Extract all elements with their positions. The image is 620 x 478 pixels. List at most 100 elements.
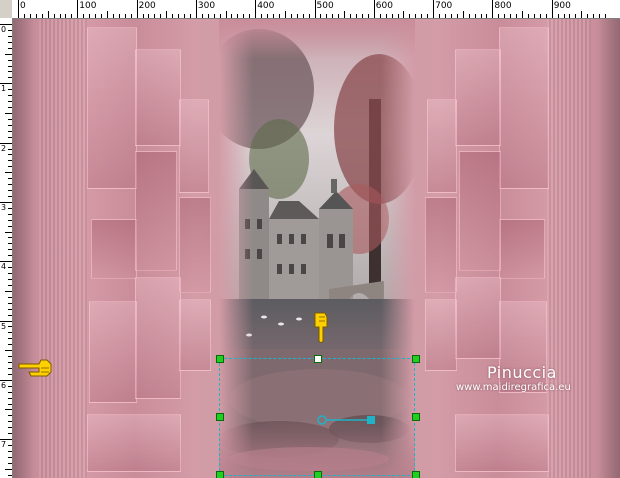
- ruler-minor-tick: [8, 397, 12, 399]
- ruler-major-tick: [77, 0, 79, 18]
- ruler-minor-tick: [391, 14, 393, 18]
- ruler-minor-tick: [462, 11, 464, 18]
- ruler-minor-tick: [403, 11, 405, 18]
- ruler-major-tick: [136, 0, 138, 18]
- ruler-minor-tick: [8, 278, 12, 280]
- ruler-minor-tick: [8, 107, 12, 109]
- ruler-minor-tick: [35, 14, 37, 18]
- ruler-minor-tick: [8, 118, 12, 120]
- ruler-minor-tick: [8, 184, 12, 186]
- ruler-minor-tick: [8, 273, 12, 275]
- ruler-minor-tick: [225, 11, 227, 18]
- ruler-minor-tick: [267, 14, 269, 18]
- ruler-minor-tick: [207, 14, 209, 18]
- ruler-minor-tick: [356, 14, 357, 18]
- ruler-minor-tick: [480, 14, 482, 18]
- ruler-minor-tick: [8, 433, 12, 435]
- ruler-minor-tick: [8, 344, 12, 346]
- resize-handle-top-right[interactable]: [412, 355, 420, 363]
- ruler-minor-tick: [569, 14, 571, 18]
- ruler-minor-tick: [118, 14, 120, 18]
- geometric-panel: [89, 301, 137, 403]
- ruler-minor-tick: [599, 14, 601, 18]
- ruler-minor-tick: [101, 14, 103, 18]
- ruler-left-label: 1: [1, 84, 7, 94]
- resize-handle-bottom-right[interactable]: [412, 471, 420, 478]
- ruler-minor-tick: [516, 14, 518, 18]
- ruler-minor-tick: [201, 14, 203, 18]
- ruler-major-tick: [255, 0, 257, 18]
- geometric-panel: [135, 277, 181, 399]
- resize-handle-bottom-middle[interactable]: [314, 471, 322, 478]
- ruler-minor-tick: [5, 172, 12, 174]
- ruler-minor-tick: [8, 160, 12, 162]
- ruler-minor-tick: [361, 14, 363, 18]
- hand-pointer-icon: [18, 359, 52, 377]
- hand-pointer-down-icon: [314, 312, 328, 343]
- ruler-major-tick: [551, 0, 553, 18]
- ruler-minor-tick: [178, 14, 180, 18]
- geometric-panel: [179, 99, 209, 193]
- ruler-minor-tick: [504, 14, 506, 18]
- ruler-top-label: 400: [257, 1, 275, 11]
- ruler-left-label: 7: [1, 440, 7, 450]
- ruler-top-label: 100: [79, 1, 97, 11]
- ruler-minor-tick: [8, 29, 12, 31]
- ruler-minor-tick: [456, 14, 458, 18]
- ruler-minor-tick: [89, 14, 91, 18]
- ruler-minor-tick: [184, 14, 186, 18]
- ruler-minor-tick: [326, 14, 328, 18]
- ruler-major-tick: [18, 0, 19, 18]
- ruler-minor-tick: [8, 385, 12, 387]
- ruler-minor-tick: [527, 14, 529, 18]
- geometric-panel: [179, 197, 211, 293]
- ruler-minor-tick: [8, 338, 12, 340]
- ruler-minor-tick: [112, 14, 114, 18]
- ruler-top-label: 500: [316, 1, 334, 11]
- resize-handle-middle-left[interactable]: [216, 413, 224, 421]
- left-stripe-column: [39, 19, 87, 478]
- ruler-minor-tick: [5, 112, 12, 114]
- ruler-minor-tick: [8, 101, 12, 103]
- resize-handle-top-left[interactable]: [216, 355, 224, 363]
- ruler-minor-tick: [8, 456, 12, 458]
- ruler-minor-tick: [367, 14, 369, 18]
- geometric-panel: [135, 151, 177, 271]
- ruler-minor-tick: [5, 468, 12, 470]
- resize-handle-bottom-left[interactable]: [216, 471, 224, 478]
- image-canvas[interactable]: Pinuccia www.maidiregrafica.eu: [13, 19, 620, 478]
- ruler-minor-tick: [8, 326, 12, 328]
- ruler-minor-tick: [237, 14, 239, 18]
- horizontal-ruler[interactable]: 0 100 200 300 400 500 600 700 800 900: [0, 0, 620, 19]
- ruler-minor-tick: [8, 356, 12, 358]
- ruler-major-tick: [433, 0, 435, 18]
- ruler-minor-tick: [575, 14, 577, 18]
- ruler-minor-tick: [522, 11, 524, 18]
- vertical-ruler[interactable]: 0 1 2 3 4 5 6 7: [0, 18, 13, 478]
- resize-handle-top-middle[interactable]: [314, 355, 322, 363]
- watermark-url: www.maidiregrafica.eu: [456, 382, 571, 393]
- geometric-panel: [455, 277, 501, 359]
- ruler-minor-tick: [397, 14, 399, 18]
- ruler-minor-tick: [593, 14, 595, 18]
- ruler-minor-tick: [8, 237, 12, 239]
- geometric-panel: [91, 219, 137, 279]
- ruler-minor-tick: [539, 14, 541, 18]
- ruler-minor-tick: [8, 421, 12, 423]
- geometric-panel: [87, 414, 181, 472]
- geometric-panel: [425, 197, 457, 293]
- rotation-pivot-handle[interactable]: [317, 414, 377, 426]
- watermark-name: Pinuccia: [487, 363, 557, 382]
- ruler-minor-tick: [415, 14, 417, 18]
- ruler-minor-tick: [8, 267, 12, 269]
- ruler-left-label: 6: [1, 380, 7, 390]
- ruler-minor-tick: [8, 166, 12, 168]
- ruler-minor-tick: [8, 190, 12, 192]
- ruler-major-tick: [195, 0, 197, 18]
- ruler-minor-tick: [95, 14, 97, 18]
- ruler-minor-tick: [8, 65, 12, 67]
- pick-tool-selection[interactable]: [216, 355, 420, 478]
- ruler-minor-tick: [8, 308, 12, 310]
- resize-handle-middle-right[interactable]: [412, 413, 420, 421]
- geometric-panel: [455, 49, 501, 146]
